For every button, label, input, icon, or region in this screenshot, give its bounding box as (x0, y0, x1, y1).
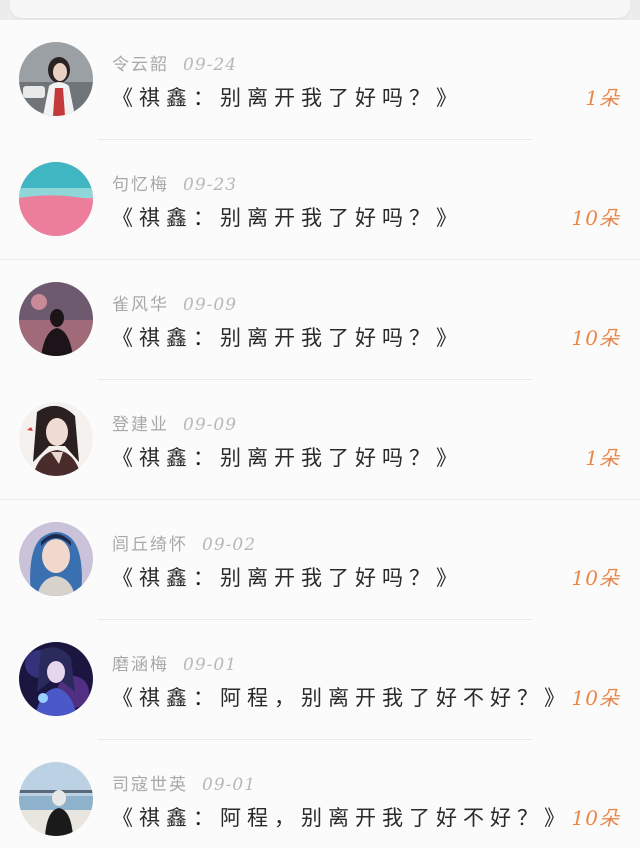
sender-name: 司寇世英 (112, 775, 188, 795)
sender-name: 句忆梅 (112, 175, 169, 195)
list-item[interactable]: 司寇世英 09-01 《祺鑫：阿程，别离开我了好不好？》 10朵 (0, 740, 640, 848)
top-card-edge (0, 0, 640, 20)
flower-count: 10朵 (571, 326, 620, 350)
message-text: 《祺鑫：别离开我了好吗？》 (112, 326, 463, 350)
sender-line: 司寇世英 09-01 (112, 770, 256, 795)
avatar[interactable] (19, 162, 93, 236)
message-text: 《祺鑫：阿程，别离开我了好不好？》 (112, 806, 571, 830)
sender-name: 磨涵梅 (112, 655, 169, 675)
flower-count: 1朵 (585, 446, 620, 470)
avatar[interactable] (19, 642, 93, 716)
message-text: 《祺鑫：别离开我了好吗？》 (112, 86, 463, 110)
sender-line: 磨涵梅 09-01 (112, 650, 237, 675)
message-list: 令云韶 09-24 《祺鑫：别离开我了好吗？》 1朵 句忆梅 09-23 《祺鑫：别… (0, 20, 640, 848)
message-text: 《祺鑫：别离开我了好吗？》 (112, 566, 463, 590)
sender-line: 登建业 09-09 (112, 410, 237, 435)
flower-count: 10朵 (571, 806, 620, 830)
flower-count: 1朵 (585, 86, 620, 110)
sender-name: 闾丘绮怀 (112, 535, 188, 555)
gift-message-list-page: 令云韶 09-24 《祺鑫：别离开我了好吗？》 1朵 句忆梅 09-23 《祺鑫：别… (0, 0, 640, 848)
list-item[interactable]: 闾丘绮怀 09-02 《祺鑫：别离开我了好吗？》 10朵 (0, 500, 640, 620)
message-date: 09-23 (183, 175, 238, 195)
avatar[interactable] (19, 522, 93, 596)
list-item[interactable]: 令云韶 09-24 《祺鑫：别离开我了好吗？》 1朵 (0, 20, 640, 140)
message-date: 09-01 (183, 655, 238, 675)
sender-line: 令云韶 09-24 (112, 50, 237, 75)
list-item[interactable]: 磨涵梅 09-01 《祺鑫：阿程，别离开我了好不好？》 10朵 (0, 620, 640, 740)
sender-line: 闾丘绮怀 09-02 (112, 530, 256, 555)
sender-name: 雀风华 (112, 295, 169, 315)
message-date: 09-24 (183, 55, 238, 75)
message-date: 09-01 (202, 775, 257, 795)
message-text: 《祺鑫：阿程，别离开我了好不好？》 (112, 686, 571, 710)
sender-line: 句忆梅 09-23 (112, 170, 237, 195)
sender-name: 令云韶 (112, 55, 169, 75)
message-date: 09-09 (183, 295, 238, 315)
avatar[interactable] (19, 402, 93, 476)
sender-line: 雀风华 09-09 (112, 290, 237, 315)
list-item[interactable]: 登建业 09-09 《祺鑫：别离开我了好吗？》 1朵 (0, 380, 640, 500)
avatar[interactable] (19, 762, 93, 836)
flower-count: 10朵 (571, 206, 620, 230)
flower-count: 10朵 (571, 566, 620, 590)
avatar[interactable] (19, 282, 93, 356)
avatar[interactable] (19, 42, 93, 116)
sender-name: 登建业 (112, 415, 169, 435)
message-text: 《祺鑫：别离开我了好吗？》 (112, 446, 463, 470)
flower-count: 10朵 (571, 686, 620, 710)
message-text: 《祺鑫：别离开我了好吗？》 (112, 206, 463, 230)
list-item[interactable]: 雀风华 09-09 《祺鑫：别离开我了好吗？》 10朵 (0, 260, 640, 380)
list-item[interactable]: 句忆梅 09-23 《祺鑫：别离开我了好吗？》 10朵 (0, 140, 640, 260)
message-date: 09-02 (202, 535, 257, 555)
message-date: 09-09 (183, 415, 238, 435)
